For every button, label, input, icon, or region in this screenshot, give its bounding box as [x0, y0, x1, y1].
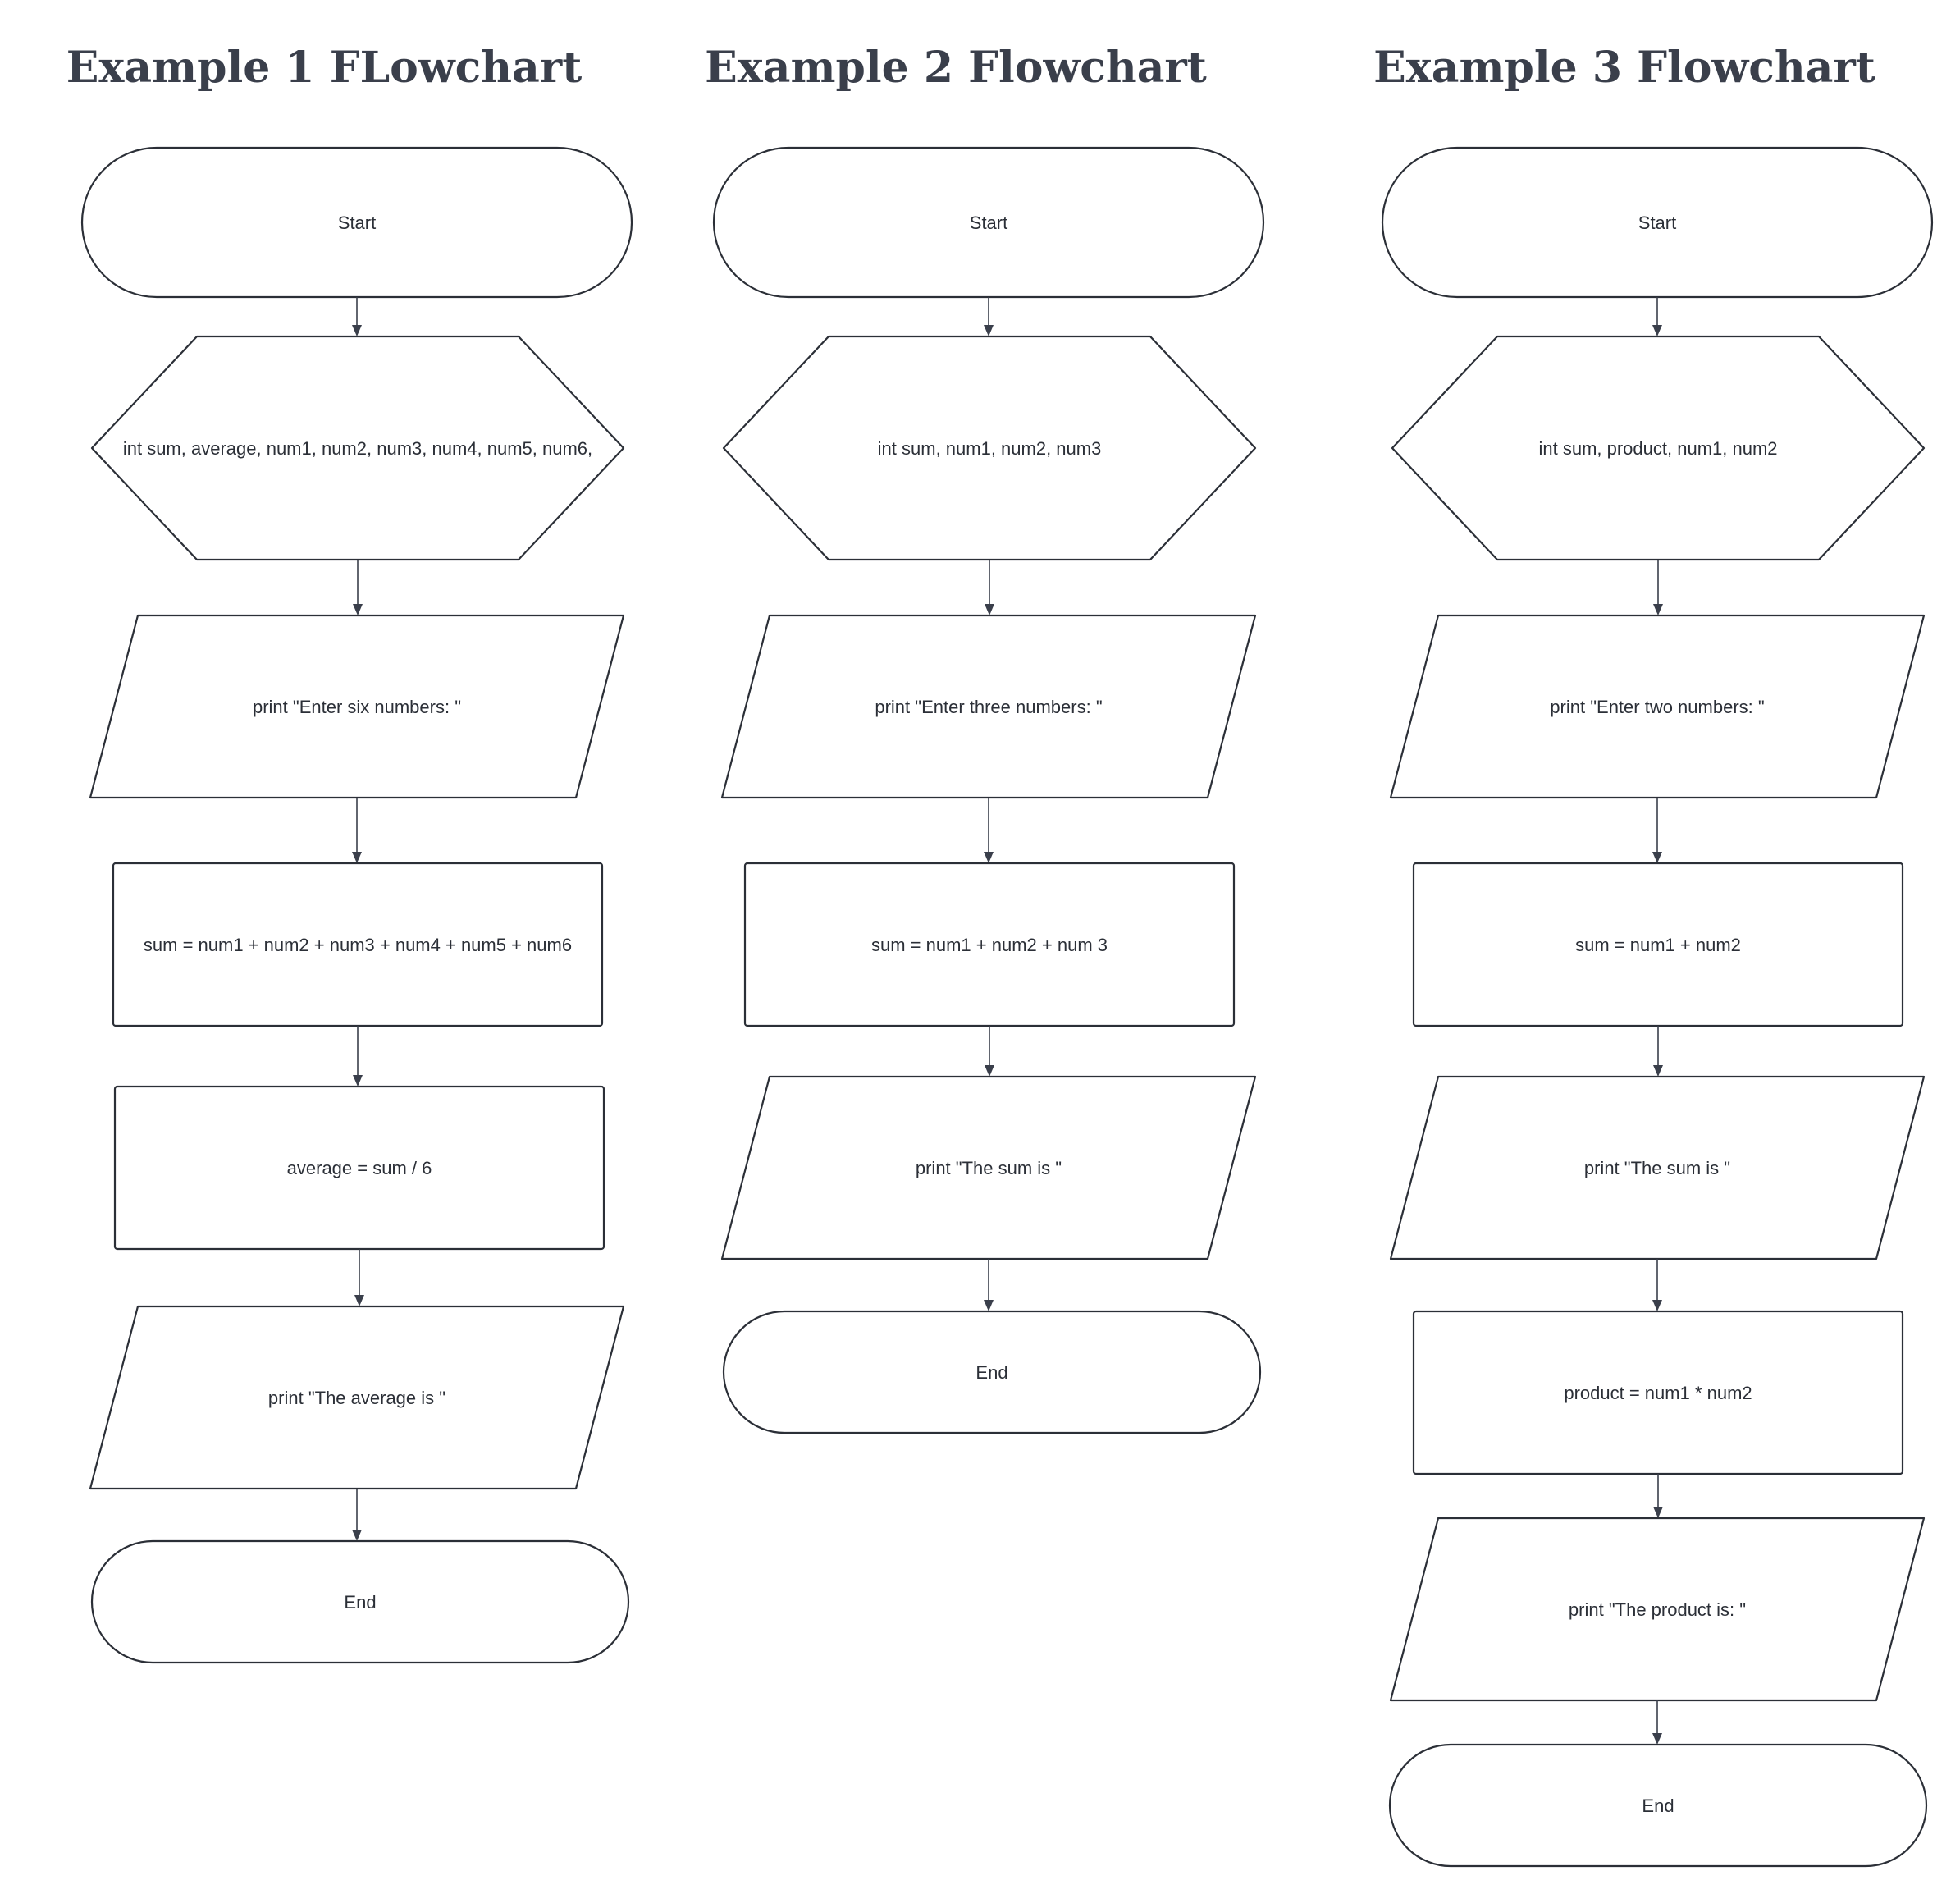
- node-label: print "The sum is ": [916, 1158, 1062, 1178]
- flowchart-2: Example 2 Flowchart Start int sum, num1, n…: [705, 43, 1265, 1434]
- node-compute-sum: sum = num1 + num2: [1412, 862, 1904, 1027]
- node-declare: int sum, average, num1, num2, num3, num4…: [90, 335, 625, 561]
- node-label: sum = num1 + num2 + num 3: [871, 935, 1108, 955]
- node-end: End: [722, 1310, 1262, 1434]
- node-end: End: [90, 1539, 630, 1664]
- flowchart-title: Example 1 FLowchart: [66, 43, 582, 93]
- node-label: average = sum / 6: [287, 1158, 432, 1178]
- node-label: print "The sum is ": [1584, 1158, 1730, 1178]
- node-label: print "Enter six numbers: ": [253, 697, 461, 717]
- flowchart-canvas: Example 1 FLowchart Start int sum, average…: [0, 0, 1960, 1894]
- node-label: sum = num1 + num2: [1575, 935, 1741, 955]
- node-label: int sum, average, num1, num2, num3, num4…: [123, 438, 592, 459]
- node-label: int sum, num1, num2, num3: [878, 438, 1102, 459]
- node-print-sum: print "The sum is ": [720, 1075, 1257, 1260]
- node-start: Start: [712, 146, 1265, 299]
- node-print-product: print "The product is: ": [1389, 1517, 1926, 1702]
- node-label: End: [1642, 1796, 1674, 1816]
- node-print-sum: print "The sum is ": [1389, 1075, 1926, 1260]
- node-start: Start: [80, 146, 633, 299]
- node-print-average: print "The average is ": [89, 1305, 625, 1490]
- node-label: End: [344, 1592, 376, 1613]
- node-compute-average: average = sum / 6: [113, 1085, 605, 1251]
- node-label: print "The average is ": [268, 1388, 445, 1408]
- node-compute-sum: sum = num1 + num2 + num3 + num4 + num5 +…: [112, 862, 604, 1027]
- node-label: Start: [970, 213, 1007, 233]
- flowchart-title: Example 2 Flowchart: [705, 43, 1207, 93]
- node-label: Start: [338, 213, 376, 233]
- node-label: print "Enter two numbers: ": [1550, 697, 1764, 717]
- node-prompt: print "Enter two numbers: ": [1389, 614, 1926, 799]
- node-declare: int sum, product, num1, num2: [1391, 335, 1926, 561]
- node-label: print "The product is: ": [1569, 1599, 1746, 1620]
- node-end: End: [1388, 1743, 1928, 1868]
- node-label: int sum, product, num1, num2: [1538, 438, 1777, 459]
- node-prompt: print "Enter six numbers: ": [89, 614, 625, 799]
- flowchart-title: Example 3 Flowchart: [1373, 43, 1875, 93]
- node-prompt: print "Enter three numbers: ": [720, 614, 1257, 799]
- node-label: print "Enter three numbers: ": [875, 697, 1102, 717]
- node-compute-product: product = num1 * num2: [1412, 1310, 1904, 1475]
- node-label: Start: [1638, 213, 1676, 233]
- node-label: sum = num1 + num2 + num3 + num4 + num5 +…: [144, 935, 572, 955]
- node-start: Start: [1381, 146, 1934, 299]
- node-label: product = num1 * num2: [1564, 1383, 1752, 1403]
- node-declare: int sum, num1, num2, num3: [722, 335, 1257, 561]
- node-compute-sum: sum = num1 + num2 + num 3: [743, 862, 1236, 1027]
- node-label: End: [975, 1362, 1007, 1383]
